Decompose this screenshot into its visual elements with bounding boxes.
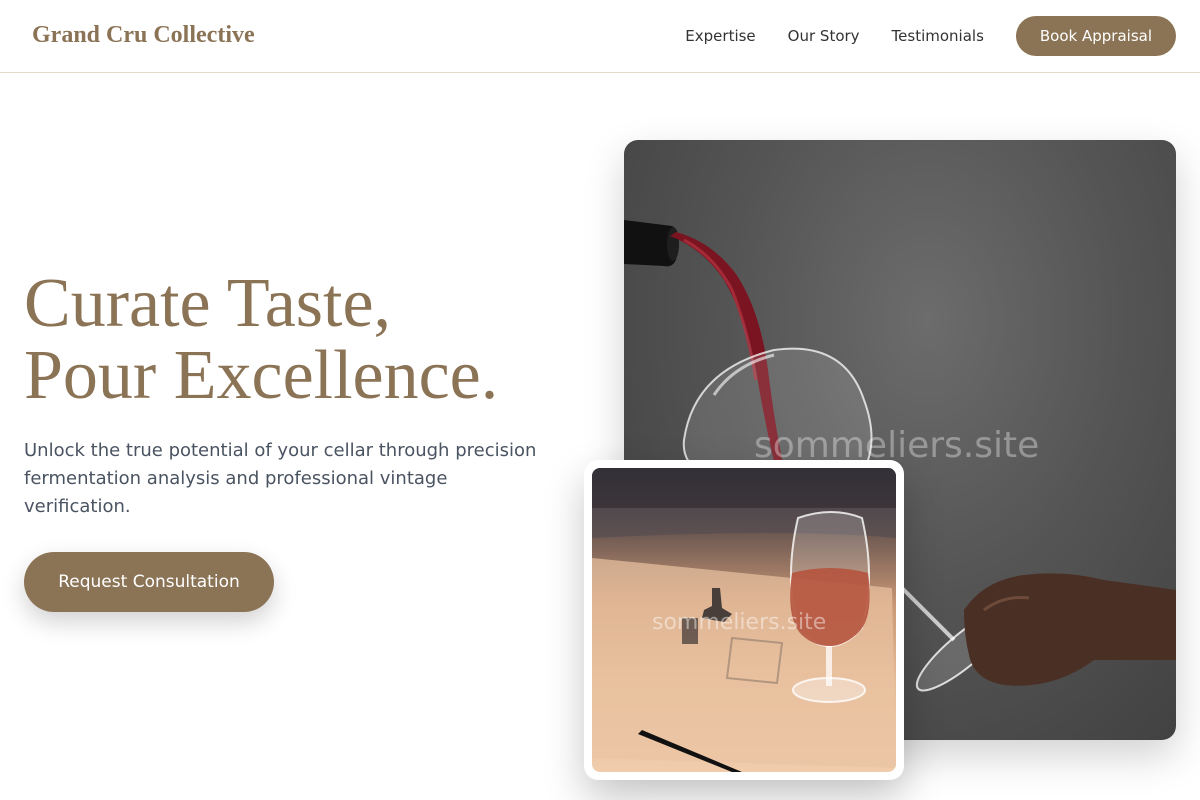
hero-title-line-2: Pour Excellence. [24, 337, 499, 414]
nav-link-testimonials[interactable]: Testimonials [892, 27, 984, 45]
brand-logo[interactable]: Grand Cru Collective [32, 22, 255, 49]
book-appraisal-button[interactable]: Book Appraisal [1015, 16, 1176, 56]
request-consultation-button[interactable]: Request Consultation [24, 552, 274, 612]
hero-subtitle: Unlock the true potential of your cellar… [24, 440, 537, 517]
nav-link-expertise[interactable]: Expertise [685, 27, 755, 45]
nav-link-our-story[interactable]: Our Story [788, 27, 860, 45]
tasting-notes-photo-card: sommeliers.site [584, 460, 904, 780]
hero-title-line-1: Curate Taste, [24, 265, 392, 342]
tasting-notes-photo: sommeliers.site [592, 468, 896, 772]
inset-photo-watermark: sommeliers.site [652, 610, 827, 635]
hero-title: Curate Taste, Pour Excellence. [24, 268, 604, 412]
site-header: Grand Cru Collective Expertise Our Story… [0, 0, 1200, 73]
main-nav: Expertise Our Story Testimonials Book Ap… [685, 16, 1176, 56]
page: Grand Cru Collective Expertise Our Story… [0, 0, 1200, 800]
